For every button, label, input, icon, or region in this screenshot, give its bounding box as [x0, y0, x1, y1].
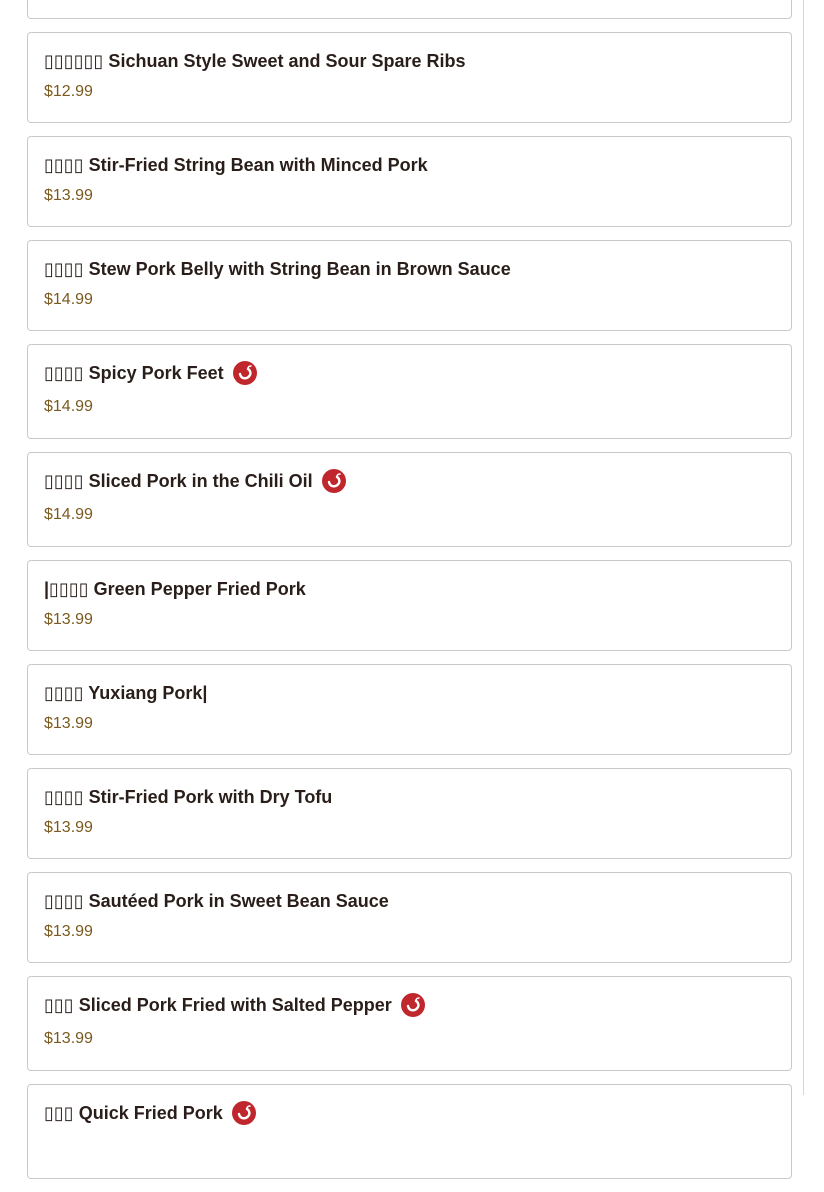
chili-pepper-icon	[232, 361, 257, 385]
menu-item-name: ▯▯▯▯ Stir-Fried String Bean with Minced …	[44, 154, 428, 175]
menu-item-name: ▯▯▯▯ Sliced Pork in the Chili Oil	[44, 470, 313, 491]
menu-item-card[interactable]: ▯▯▯▯▯▯ Sichuan Style Sweet and Sour Spar…	[27, 32, 792, 123]
menu-item-title-row: ▯▯▯ Quick Fried Pork	[44, 1099, 775, 1127]
menu-item-list: ▯▯▯▯▯▯ Sichuan Style Sweet and Sour Spar…	[27, 0, 792, 1192]
menu-item-title-row: ▯▯▯ Sliced Pork Fried with Salted Pepper	[44, 991, 775, 1019]
menu-item-title-row: ▯▯▯▯ Stir-Fried Pork with Dry Tofu	[44, 783, 775, 811]
menu-item-title-row: ▯▯▯▯▯▯ Sichuan Style Sweet and Sour Spar…	[44, 47, 775, 75]
menu-item-price: $13.99	[44, 715, 93, 732]
chili-pepper-icon	[400, 993, 425, 1017]
menu-item-price: $13.99	[44, 1030, 93, 1047]
menu-item-title-row: ▯▯▯▯ Sliced Pork in the Chili Oil	[44, 467, 775, 495]
menu-item-name: |▯▯▯▯ Green Pepper Fried Pork	[44, 578, 306, 599]
menu-item-name: ▯▯▯▯ Stew Pork Belly with String Bean in…	[44, 258, 511, 279]
menu-item-card[interactable]: ▯▯▯▯ Yuxiang Pork| $13.99	[27, 664, 792, 755]
menu-item-card[interactable]: ▯▯▯ Sliced Pork Fried with Salted Pepper…	[27, 976, 792, 1071]
menu-scroll-area[interactable]: ▯▯▯▯▯▯ Sichuan Style Sweet and Sour Spar…	[0, 0, 804, 1179]
menu-item-card[interactable]: ▯▯▯▯ Sliced Pork in the Chili Oil $14.99	[27, 452, 792, 547]
menu-item-card[interactable]: ▯▯▯▯ Spicy Pork Feet $14.99	[27, 344, 792, 439]
menu-item-name: ▯▯▯▯ Yuxiang Pork|	[44, 682, 208, 703]
menu-item-name: ▯▯▯▯ Sautéed Pork in Sweet Bean Sauce	[44, 890, 389, 911]
menu-item-price: $13.99	[44, 819, 93, 836]
menu-item-card[interactable]: ▯▯▯ Quick Fried Pork	[27, 1084, 792, 1179]
menu-item-title-row: |▯▯▯▯ Green Pepper Fried Pork	[44, 575, 775, 603]
chili-pepper-icon	[321, 469, 346, 493]
menu-item-title-row: ▯▯▯▯ Stew Pork Belly with String Bean in…	[44, 255, 775, 283]
menu-item-card[interactable]: ▯▯▯▯ Stir-Fried String Bean with Minced …	[27, 136, 792, 227]
menu-item-price: $13.99	[44, 611, 93, 628]
menu-item-price: $14.99	[44, 506, 93, 523]
chili-pepper-icon	[231, 1101, 256, 1125]
menu-item-title-row: ▯▯▯▯ Yuxiang Pork|	[44, 679, 775, 707]
menu-item-price: $13.99	[44, 187, 93, 204]
menu-item-title-row: ▯▯▯▯ Spicy Pork Feet	[44, 359, 775, 387]
menu-item-name: ▯▯▯▯▯▯ Sichuan Style Sweet and Sour Spar…	[44, 50, 466, 71]
menu-item-price: $12.99	[44, 83, 93, 100]
menu-item-name: ▯▯▯ Quick Fried Pork	[44, 1102, 223, 1123]
menu-item-price: $14.99	[44, 291, 93, 308]
menu-item-name: ▯▯▯▯ Stir-Fried Pork with Dry Tofu	[44, 786, 333, 807]
menu-item-title-row: ▯▯▯▯ Sautéed Pork in Sweet Bean Sauce	[44, 887, 775, 915]
menu-item-name: ▯▯▯▯ Spicy Pork Feet	[44, 362, 224, 383]
menu-item-name: ▯▯▯ Sliced Pork Fried with Salted Pepper	[44, 994, 392, 1015]
menu-item-title-row: ▯▯▯▯ Stir-Fried String Bean with Minced …	[44, 151, 775, 179]
menu-item-price: $13.99	[44, 923, 93, 940]
menu-item-card[interactable]	[27, 0, 792, 19]
menu-item-card[interactable]: |▯▯▯▯ Green Pepper Fried Pork $13.99	[27, 560, 792, 651]
menu-item-price: $14.99	[44, 398, 93, 415]
menu-item-card[interactable]: ▯▯▯▯ Stir-Fried Pork with Dry Tofu $13.99	[27, 768, 792, 859]
menu-item-card[interactable]: ▯▯▯▯ Stew Pork Belly with String Bean in…	[27, 240, 792, 331]
menu-item-card[interactable]: ▯▯▯▯ Sautéed Pork in Sweet Bean Sauce $13…	[27, 872, 792, 963]
